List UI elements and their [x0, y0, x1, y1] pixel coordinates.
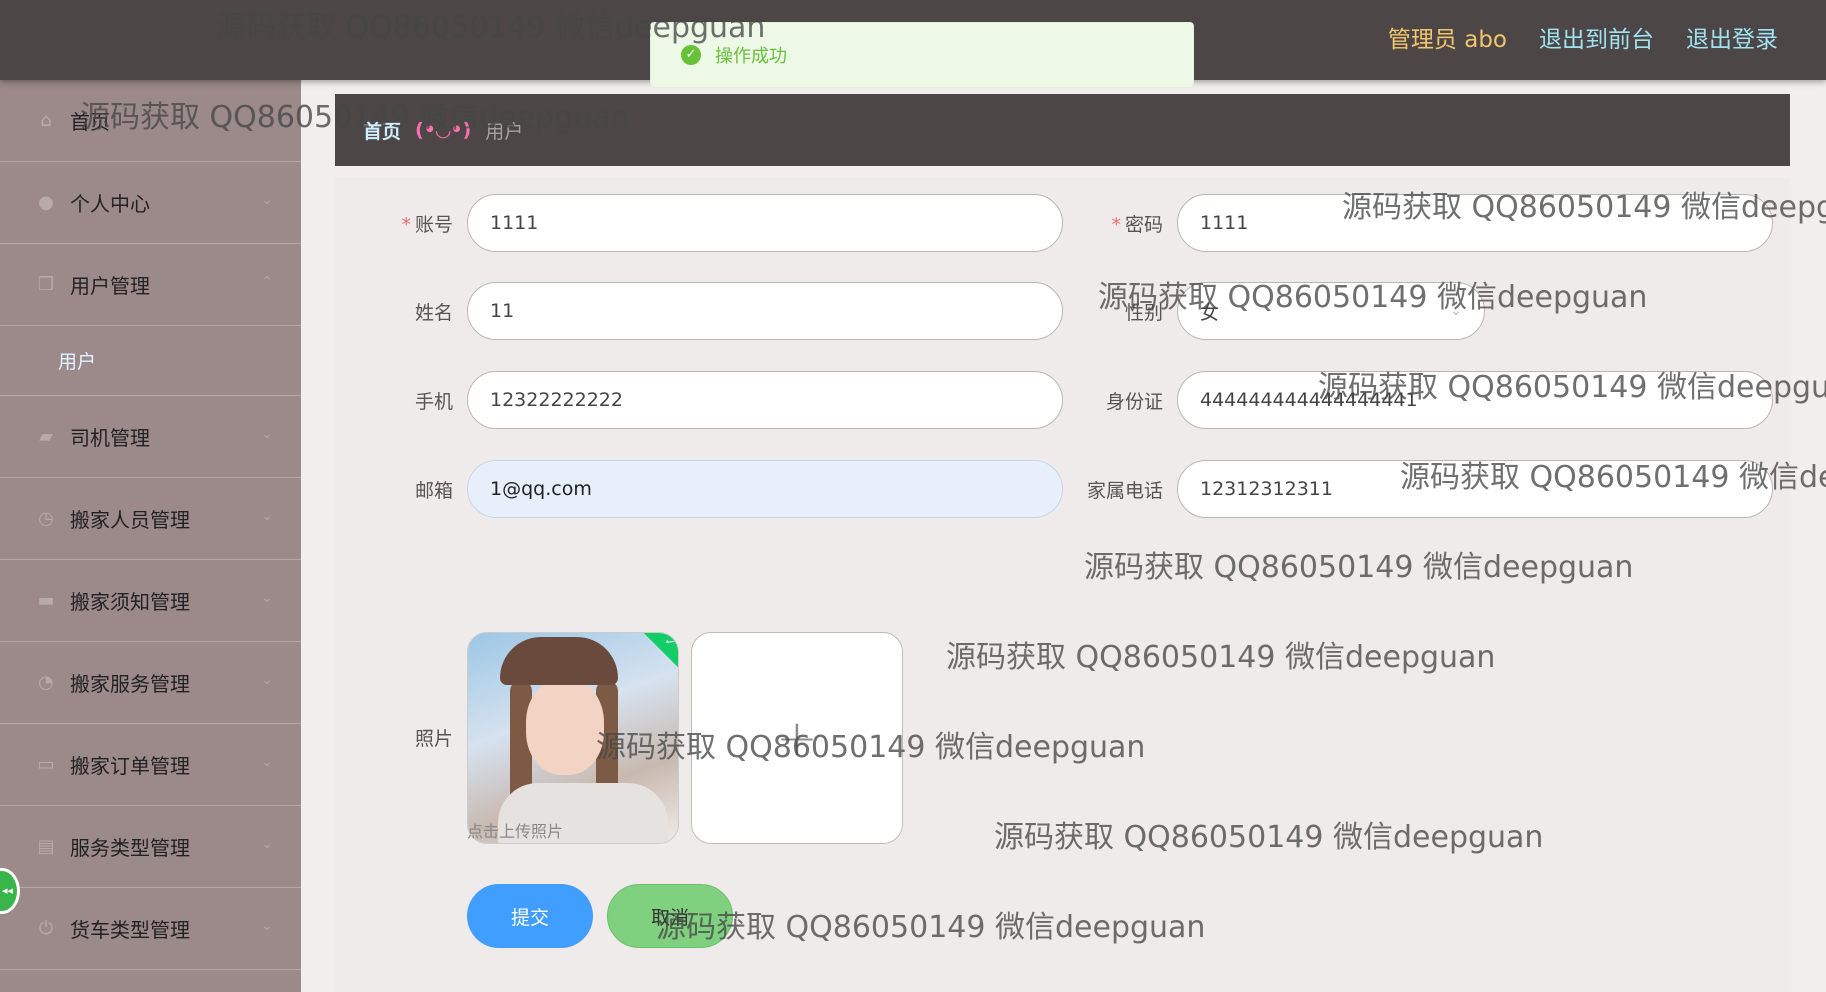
family-phone-label: 家属电话 — [1086, 479, 1163, 502]
password-field: * 密码 1111 — [1045, 194, 1773, 252]
email-field: 邮箱 1@qq.com — [335, 460, 1063, 518]
user-icon: ● — [38, 191, 54, 213]
clock-icon: ◷ — [38, 507, 54, 529]
chevron-up-icon: ⌃ — [261, 274, 273, 290]
sidebar-item-mover-manage[interactable]: ◷ 搬家人员管理 ⌄ — [0, 478, 301, 560]
phone-label: 手机 — [414, 390, 453, 413]
sidebar-item-notice-manage[interactable]: ▬ 搬家须知管理 ⌄ — [0, 560, 301, 642]
copy-icon: ❐ — [37, 273, 55, 295]
sidebar-item-label: 货车类型管理 — [70, 918, 190, 942]
family-phone-input[interactable]: 12312312311 — [1177, 460, 1773, 518]
uploaded-photo-thumbnail[interactable]: ✓ — [467, 632, 679, 844]
top-nav: 管理员 abo 退出到前台 退出登录 — [1388, 20, 1778, 54]
chevron-down-icon: ⌄ — [261, 590, 273, 606]
idcard-input[interactable]: 444444444444444441 — [1177, 371, 1773, 429]
user-edit-form: * 账号 1111 * 密码 1111 姓名 11 性别 女 ⌄ 手机 123222… — [335, 178, 1790, 992]
phone-field: 手机 12322222222 — [335, 371, 1063, 429]
gender-field: 性别 女 ⌄ — [1045, 282, 1485, 340]
admin-name: 管理员 abo — [1387, 27, 1507, 53]
password-input[interactable]: 1111 — [1177, 194, 1773, 252]
clipboard-icon: ▤ — [37, 835, 55, 857]
idcard-label: 身份证 — [1105, 390, 1163, 413]
sidebar-item-label: 搬家服务管理 — [70, 672, 190, 696]
home-icon: ⌂ — [40, 109, 52, 131]
sidebar-item-label: 首页 — [70, 110, 110, 134]
sidebar-item-profile[interactable]: ● 个人中心 ⌄ — [0, 162, 301, 244]
sidebar-item-driver-manage[interactable]: ▰ 司机管理 ⌄ — [0, 396, 301, 478]
compass-icon: ◔ — [38, 671, 54, 693]
sidebar-item-service-manage[interactable]: ◔ 搬家服务管理 ⌄ — [0, 642, 301, 724]
chevron-down-icon: ⌄ — [261, 508, 273, 524]
account-label: * 账号 — [401, 213, 453, 236]
sidebar-item-service-type-manage[interactable]: ▤ 服务类型管理 ⌄ — [0, 806, 301, 888]
sidebar: ⌂ 首页 ● 个人中心 ⌄ ❐ 用户管理 ⌃ 用户 ▰ 司机管理 ⌄ ◷ 搬家人… — [0, 80, 301, 992]
breadcrumb: 首页 (•◡•) 用户 — [335, 94, 1790, 166]
chevron-down-icon: ⌄ — [261, 192, 273, 208]
gender-label: 性别 — [1124, 301, 1163, 324]
chevron-down-icon: ⌄ — [261, 754, 273, 770]
phone-input[interactable]: 12322222222 — [467, 371, 1063, 429]
monitor-icon: ▭ — [37, 753, 55, 775]
name-input[interactable]: 11 — [467, 282, 1063, 340]
success-toast: ✓ 操作成功 — [650, 22, 1194, 88]
chevron-down-icon: ⌄ — [261, 836, 273, 852]
photo-label: 照片 — [414, 728, 453, 750]
check-circle-icon: ✓ — [681, 45, 701, 65]
sidebar-item-order-manage[interactable]: ▭ 搬家订单管理 ⌄ — [0, 724, 301, 806]
idcard-field: 身份证 444444444444444441 — [1045, 371, 1773, 429]
exit-to-front-link[interactable]: 退出到前台 — [1539, 20, 1654, 54]
sidebar-item-label: 搬家订单管理 — [70, 754, 190, 778]
sidebar-item-home[interactable]: ⌂ 首页 — [0, 80, 301, 162]
sidebar-item-user-manage[interactable]: ❐ 用户管理 ⌃ — [0, 244, 301, 326]
sidebar-item-label: 搬家人员管理 — [70, 508, 190, 532]
chevron-down-icon: ⌄ — [1450, 303, 1462, 319]
sidebar-subitem-user[interactable]: 用户 — [0, 326, 301, 396]
sidebar-item-truck-type-manage[interactable]: ⏻ 货车类型管理 ⌄ — [0, 888, 301, 970]
gender-selected-value: 女 — [1200, 301, 1220, 324]
sidebar-item-label: 司机管理 — [70, 426, 150, 450]
chat-icon: ▬ — [37, 589, 55, 611]
email-label: 邮箱 — [414, 479, 453, 502]
password-label: * 密码 — [1111, 213, 1163, 236]
chevron-down-icon: ⌄ — [261, 918, 273, 934]
account-input[interactable]: 1111 — [467, 194, 1063, 252]
upload-hint: 点击上传照片 — [467, 822, 564, 841]
plus-icon: + — [776, 709, 818, 767]
cancel-button[interactable]: 取消 — [607, 884, 733, 948]
chevron-down-icon: ⌄ — [261, 672, 273, 688]
account-field: * 账号 1111 — [335, 194, 1063, 252]
power-icon: ⏻ — [38, 917, 54, 939]
email-input[interactable]: 1@qq.com — [467, 460, 1063, 518]
chevron-down-icon: ⌄ — [261, 426, 273, 442]
logout-link[interactable]: 退出登录 — [1686, 20, 1778, 54]
sidebar-item-label: 个人中心 — [70, 192, 150, 216]
sidebar-item-label: 搬家须知管理 — [70, 590, 190, 614]
name-label: 姓名 — [414, 301, 453, 324]
sidebar-item-label: 服务类型管理 — [70, 836, 190, 860]
sidebar-item-label: 用户管理 — [70, 274, 150, 298]
name-field: 姓名 11 — [335, 282, 1063, 340]
family-phone-field: 家属电话 12312312311 — [1045, 460, 1773, 518]
check-icon: ✓ — [640, 633, 678, 672]
toast-message: 操作成功 — [715, 46, 787, 67]
breadcrumb-current: 用户 — [485, 120, 524, 143]
gender-select[interactable]: 女 ⌄ — [1177, 282, 1485, 340]
main-content: 首页 (•◡•) 用户 * 账号 1111 * 密码 1111 姓名 11 性别 女… — [301, 80, 1826, 992]
truck-icon: ▰ — [39, 425, 53, 447]
photo-upload-button[interactable]: + — [691, 632, 903, 844]
breadcrumb-separator: (•◡•) — [415, 119, 472, 141]
breadcrumb-home[interactable]: 首页 — [363, 117, 401, 144]
submit-button[interactable]: 提交 — [467, 884, 593, 948]
